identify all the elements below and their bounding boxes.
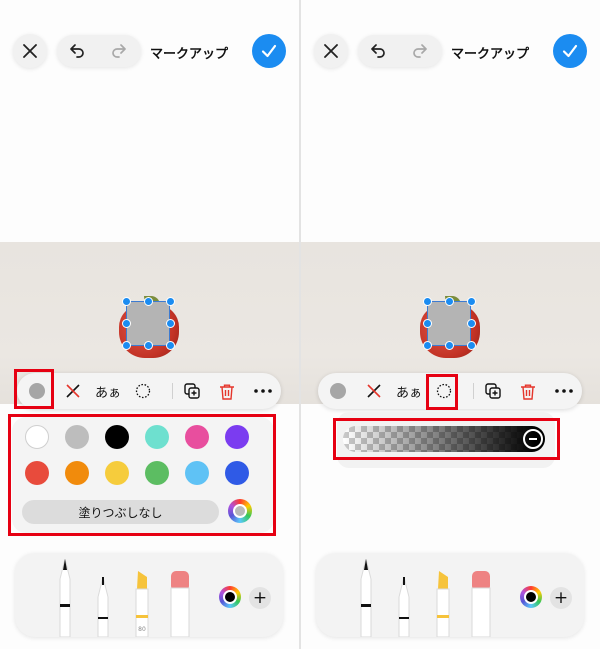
plus-icon: + bbox=[553, 588, 569, 608]
duplicate-button[interactable] bbox=[182, 373, 202, 409]
more-icon bbox=[555, 389, 573, 393]
highlight-opacity-button bbox=[426, 374, 458, 410]
pen-tool[interactable] bbox=[57, 559, 73, 637]
marker-tip-label: 80 bbox=[138, 626, 146, 633]
duplicate-button[interactable] bbox=[483, 373, 503, 409]
current-color-dot bbox=[524, 590, 538, 604]
left-screenshot: マークアップ あぁ 塗りつぶしなし 80 + bbox=[0, 0, 299, 649]
undo-button[interactable] bbox=[67, 41, 87, 65]
marker-tool[interactable] bbox=[434, 571, 452, 637]
highlight-fill-button bbox=[14, 369, 54, 409]
undo-icon bbox=[371, 44, 385, 58]
resize-handle[interactable] bbox=[122, 297, 131, 306]
page-title: マークアップ bbox=[451, 47, 530, 62]
toolbar-divider bbox=[172, 383, 173, 399]
redo-icon bbox=[413, 44, 427, 58]
resize-handle[interactable] bbox=[423, 341, 432, 350]
right-screenshot: マークアップ あぁ + bbox=[301, 0, 600, 649]
add-tool-button[interactable]: + bbox=[249, 587, 271, 609]
highlight-color-panel bbox=[8, 414, 276, 536]
shape-toolbar: あぁ bbox=[17, 373, 281, 409]
current-color-dot bbox=[223, 590, 237, 604]
close-icon bbox=[324, 44, 338, 58]
resize-handle[interactable] bbox=[166, 297, 175, 306]
trash-icon bbox=[521, 384, 535, 400]
resize-handle[interactable] bbox=[423, 297, 432, 306]
undo-redo-group bbox=[358, 35, 442, 67]
highlight-opacity-slider bbox=[333, 418, 560, 460]
fineliner-tool[interactable] bbox=[396, 577, 412, 637]
selected-shape[interactable] bbox=[126, 301, 170, 346]
text-style-button[interactable]: あぁ bbox=[394, 373, 424, 409]
opacity-button[interactable] bbox=[133, 373, 153, 409]
undo-button[interactable] bbox=[368, 41, 388, 65]
resize-handle[interactable] bbox=[467, 297, 476, 306]
close-icon bbox=[23, 44, 37, 58]
fill-color-button[interactable] bbox=[328, 373, 348, 409]
delete-button[interactable] bbox=[217, 373, 237, 409]
redo-button[interactable] bbox=[109, 41, 129, 65]
resize-handle[interactable] bbox=[445, 297, 454, 306]
close-button[interactable] bbox=[314, 34, 348, 68]
undo-redo-group bbox=[57, 35, 141, 67]
eraser-tool[interactable] bbox=[170, 571, 190, 637]
redo-icon bbox=[112, 44, 126, 58]
more-icon bbox=[254, 389, 272, 393]
redo-button[interactable] bbox=[410, 41, 430, 65]
current-color-button[interactable] bbox=[219, 586, 241, 608]
eraser-tool[interactable] bbox=[471, 571, 491, 637]
plus-icon: + bbox=[252, 588, 268, 608]
resize-handle[interactable] bbox=[445, 341, 454, 350]
done-button[interactable] bbox=[553, 34, 587, 68]
add-tool-button[interactable]: + bbox=[550, 587, 572, 609]
stroke-color-button[interactable] bbox=[63, 373, 83, 409]
resize-handle[interactable] bbox=[144, 297, 153, 306]
duplicate-icon bbox=[484, 382, 501, 399]
resize-handle[interactable] bbox=[467, 341, 476, 350]
drawing-tools-tray: 80 bbox=[15, 553, 283, 637]
checkmark-icon bbox=[562, 44, 578, 58]
pen-tool[interactable] bbox=[358, 559, 374, 637]
fineliner-tool[interactable] bbox=[95, 577, 111, 637]
stroke-color-button[interactable] bbox=[364, 373, 384, 409]
drawing-tools-tray bbox=[316, 553, 584, 637]
resize-handle[interactable] bbox=[122, 319, 131, 328]
done-button[interactable] bbox=[252, 34, 286, 68]
text-style-button[interactable]: あぁ bbox=[93, 373, 123, 409]
more-button[interactable] bbox=[253, 373, 273, 409]
resize-handle[interactable] bbox=[166, 341, 175, 350]
resize-handle[interactable] bbox=[166, 319, 175, 328]
more-button[interactable] bbox=[554, 373, 574, 409]
resize-handle[interactable] bbox=[122, 341, 131, 350]
dotted-circle-icon bbox=[135, 383, 151, 399]
fill-color-dot bbox=[330, 383, 346, 399]
selected-shape[interactable] bbox=[427, 301, 471, 346]
current-color-button[interactable] bbox=[520, 586, 542, 608]
stroke-color-icon bbox=[66, 384, 80, 398]
stroke-color-icon bbox=[367, 384, 381, 398]
delete-button[interactable] bbox=[518, 373, 538, 409]
resize-handle[interactable] bbox=[423, 319, 432, 328]
undo-icon bbox=[70, 44, 84, 58]
trash-icon bbox=[220, 384, 234, 400]
resize-handle[interactable] bbox=[467, 319, 476, 328]
duplicate-icon bbox=[183, 382, 200, 399]
resize-handle[interactable] bbox=[144, 341, 153, 350]
toolbar-divider bbox=[473, 383, 474, 399]
close-button[interactable] bbox=[13, 34, 47, 68]
page-title: マークアップ bbox=[150, 47, 229, 62]
checkmark-icon bbox=[261, 44, 277, 58]
